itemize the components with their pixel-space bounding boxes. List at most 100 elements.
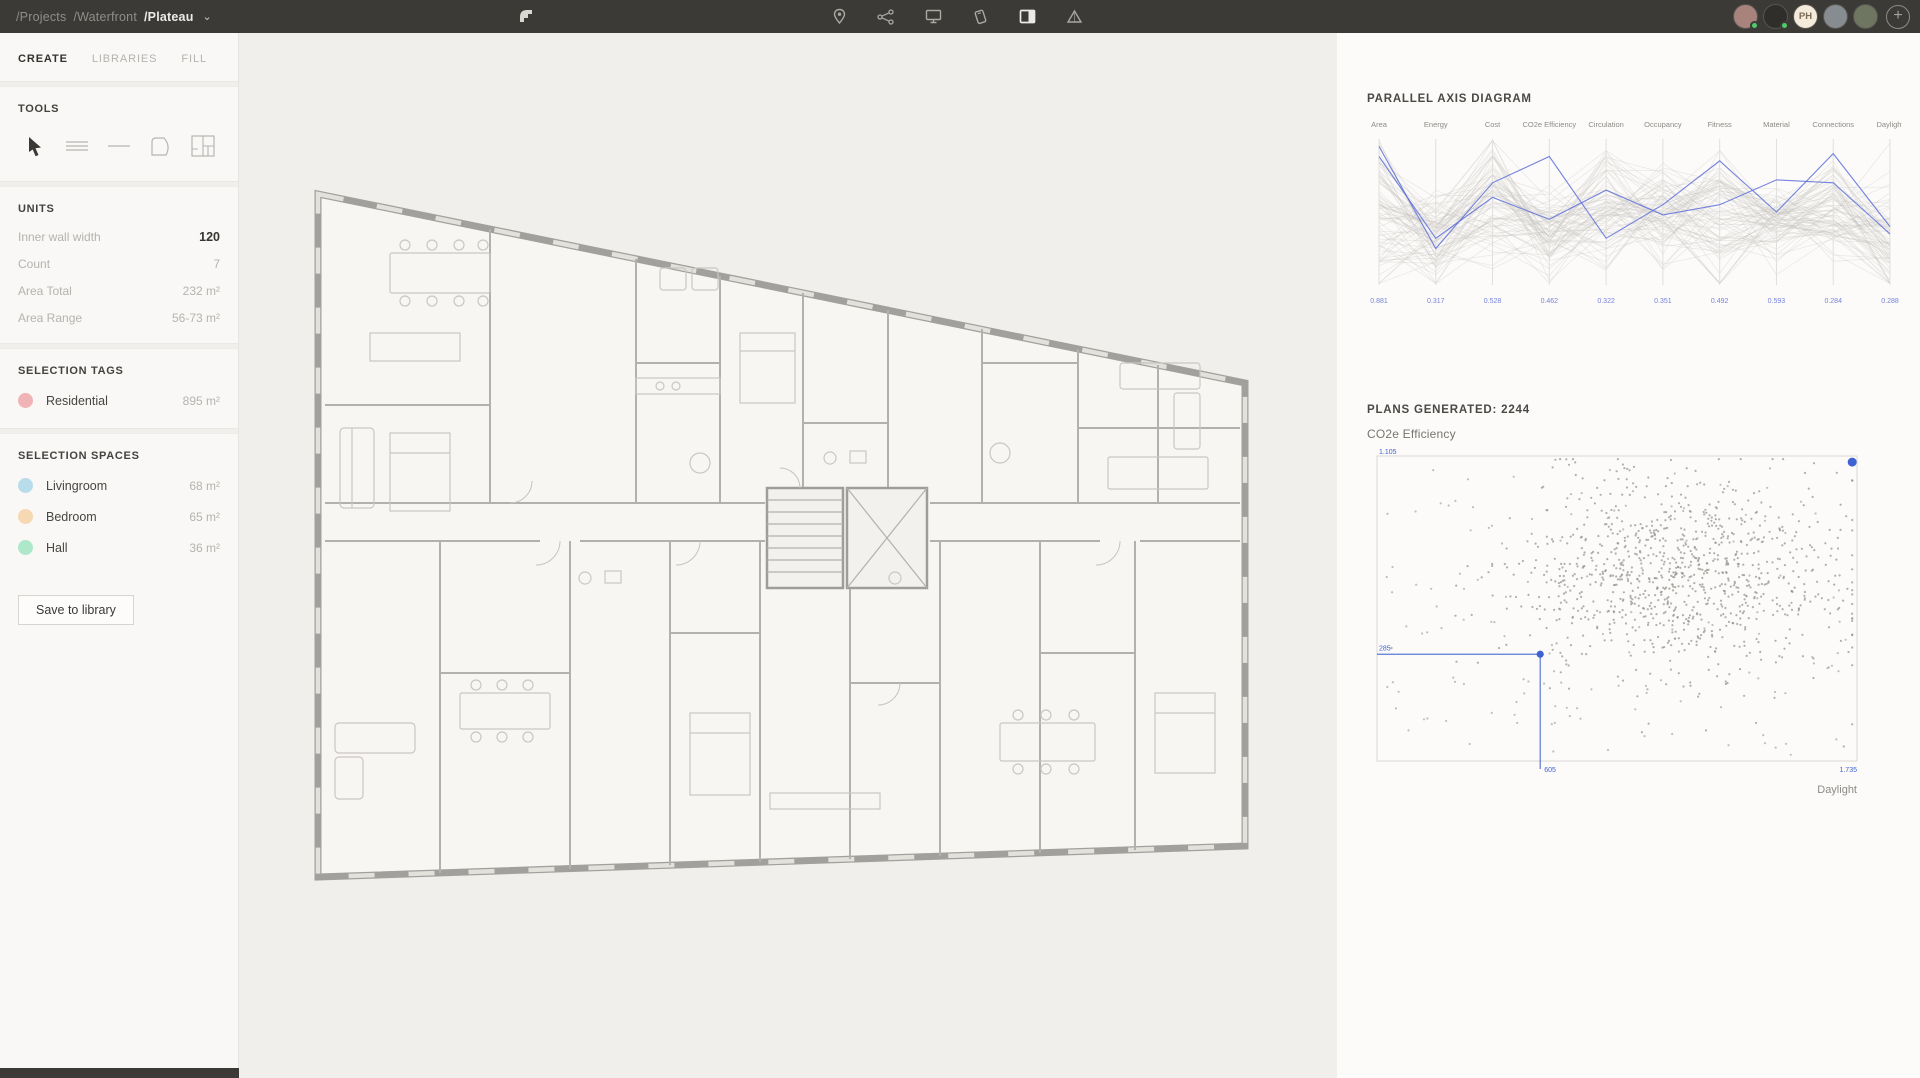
chevron-down-icon[interactable]: ⌄ — [203, 10, 212, 23]
left-sidebar: CREATE LIBRARIES FILL TOOLS UNITS — [0, 33, 239, 1078]
selected-plan-point[interactable] — [1537, 651, 1544, 658]
save-to-library-button[interactable]: Save to library — [18, 595, 134, 625]
units-row-area-range: Area Range 56-73 m² — [18, 304, 220, 331]
avatar-initials: PH — [1799, 11, 1812, 22]
space-row-bedroom[interactable]: Bedroom 65 m² — [18, 501, 220, 532]
top-bar: /Projects /Waterfront /Plateau ⌄ P — [0, 0, 1920, 33]
svg-text:0.593: 0.593 — [1768, 298, 1786, 305]
units-row-inner-wall-width: Inner wall width 120 — [18, 223, 220, 250]
tab-libraries[interactable]: LIBRARIES — [92, 53, 158, 65]
svg-text:1.735: 1.735 — [1839, 767, 1857, 774]
parallel-axis-diagram-title: PARALLEL AXIS DIAGRAM — [1367, 93, 1532, 105]
svg-text:0.288: 0.288 — [1881, 298, 1899, 305]
svg-text:0.322: 0.322 — [1597, 298, 1615, 305]
tab-create[interactable]: CREATE — [18, 53, 68, 65]
plans-generated-title: PLANS GENERATED: 2244 — [1367, 404, 1530, 416]
space-label: Livingroom — [46, 479, 107, 493]
scatter-frame — [1377, 456, 1857, 761]
selection-tags-section: SELECTION TAGS Residential 895 m² — [0, 349, 238, 428]
add-collaborator-button[interactable]: + — [1886, 5, 1910, 29]
space-color-dot — [18, 540, 33, 555]
unit-grid-tool[interactable] — [186, 129, 220, 163]
online-status-dot — [1780, 21, 1789, 30]
units-row-area-total: Area Total 232 m² — [18, 277, 220, 304]
avatar[interactable] — [1853, 4, 1878, 29]
svg-text:CO2e Efficiency: CO2e Efficiency — [1523, 120, 1577, 129]
svg-text:Daylight: Daylight — [1876, 120, 1902, 129]
mobile-device-icon[interactable] — [971, 8, 989, 26]
scatter-crosshair: 285 605 — [1377, 645, 1556, 774]
space-row-hall[interactable]: Hall 36 m² — [18, 532, 220, 563]
space-area-value: 65 m² — [189, 510, 220, 524]
monitor-icon[interactable] — [924, 8, 942, 26]
space-row-livingroom[interactable]: Livingroom 68 m² — [18, 470, 220, 501]
row-label: Area Total — [18, 284, 72, 298]
floor-plan-drawing — [240, 33, 1337, 1078]
svg-text:0.284: 0.284 — [1824, 298, 1842, 305]
units-title: UNITS — [18, 203, 220, 215]
row-label: Area Range — [18, 311, 82, 325]
selection-spaces-title: SELECTION SPACES — [18, 450, 220, 462]
avatar[interactable]: PH — [1793, 4, 1818, 29]
sidebar-tabs: CREATE LIBRARIES FILL — [0, 33, 238, 81]
share-nodes-icon[interactable] — [877, 8, 895, 26]
avatar[interactable] — [1763, 4, 1788, 29]
split-view-icon[interactable] — [1018, 8, 1036, 26]
tag-area-value: 895 m² — [183, 394, 220, 408]
breadcrumb-waterfront[interactable]: /Waterfront — [73, 10, 137, 24]
collaborator-avatars: PH + — [1733, 4, 1910, 29]
space-area-value: 36 m² — [189, 541, 220, 555]
svg-text:0.462: 0.462 — [1541, 298, 1559, 305]
finch-logo-icon[interactable] — [516, 6, 536, 31]
svg-text:0.351: 0.351 — [1654, 298, 1672, 305]
selection-spaces-section: SELECTION SPACES Livingroom 68 m² Bedroo… — [0, 434, 238, 575]
svg-text:605: 605 — [1544, 767, 1556, 774]
shape-outline-tool[interactable] — [144, 129, 178, 163]
svg-text:Occupancy: Occupancy — [1644, 120, 1682, 129]
row-label: Inner wall width — [18, 230, 101, 244]
wall-lines-tool[interactable] — [60, 129, 94, 163]
space-color-dot — [18, 478, 33, 493]
units-section: UNITS Inner wall width 120 Count 7 Area … — [0, 187, 238, 343]
svg-text:285: 285 — [1379, 645, 1391, 652]
prism-icon[interactable] — [1065, 8, 1083, 26]
best-plan-point[interactable] — [1848, 458, 1857, 467]
svg-text:Material: Material — [1763, 120, 1790, 129]
analysis-panel: PARALLEL AXIS DIAGRAM Area0.881Energy0.3… — [1337, 33, 1920, 1078]
scatter-x-axis-label: Daylight — [1817, 784, 1857, 796]
breadcrumb-plateau[interactable]: /Plateau — [144, 10, 194, 24]
breadcrumb-projects[interactable]: /Projects — [16, 10, 66, 24]
floor-plan-canvas[interactable] — [240, 33, 1337, 1078]
row-label: Count — [18, 257, 50, 271]
parallel-axis-chart[interactable]: Area0.881Energy0.317Cost0.528CO2e Effici… — [1367, 115, 1902, 330]
stair-core — [767, 488, 927, 588]
sidebar-footer-bar — [0, 1068, 239, 1078]
single-line-tool[interactable] — [102, 129, 136, 163]
view-toolbar — [830, 0, 1083, 33]
svg-text:0.492: 0.492 — [1711, 298, 1729, 305]
tab-fill[interactable]: FILL — [181, 53, 207, 65]
svg-text:Fitness: Fitness — [1708, 120, 1732, 129]
select-cursor-tool[interactable] — [18, 129, 52, 163]
row-value: 56-73 m² — [172, 311, 220, 325]
space-label: Hall — [46, 541, 68, 555]
svg-text:0.528: 0.528 — [1484, 298, 1502, 305]
space-area-value: 68 m² — [189, 479, 220, 493]
parallel-axes: Area0.881Energy0.317Cost0.528CO2e Effici… — [1370, 120, 1902, 305]
parallel-highlight-lines — [1379, 146, 1890, 248]
scatter-y-axis-label: CO2e Efficiency — [1367, 427, 1456, 441]
avatar[interactable] — [1823, 4, 1848, 29]
row-value: 232 m² — [183, 284, 220, 298]
location-pin-icon[interactable] — [830, 8, 848, 26]
svg-text:Cost: Cost — [1485, 120, 1501, 129]
tools-title: TOOLS — [18, 103, 220, 115]
avatar[interactable] — [1733, 4, 1758, 29]
selection-tags-title: SELECTION TAGS — [18, 365, 220, 377]
scatter-points — [1386, 458, 1854, 756]
space-label: Bedroom — [46, 510, 97, 524]
plans-scatter-chart[interactable]: 2856051.1051.735Daylight — [1367, 448, 1902, 808]
svg-text:Area: Area — [1371, 120, 1388, 129]
tag-row-residential[interactable]: Residential 895 m² — [18, 385, 220, 416]
row-value[interactable]: 120 — [199, 230, 220, 244]
tools-section: TOOLS — [0, 87, 238, 181]
